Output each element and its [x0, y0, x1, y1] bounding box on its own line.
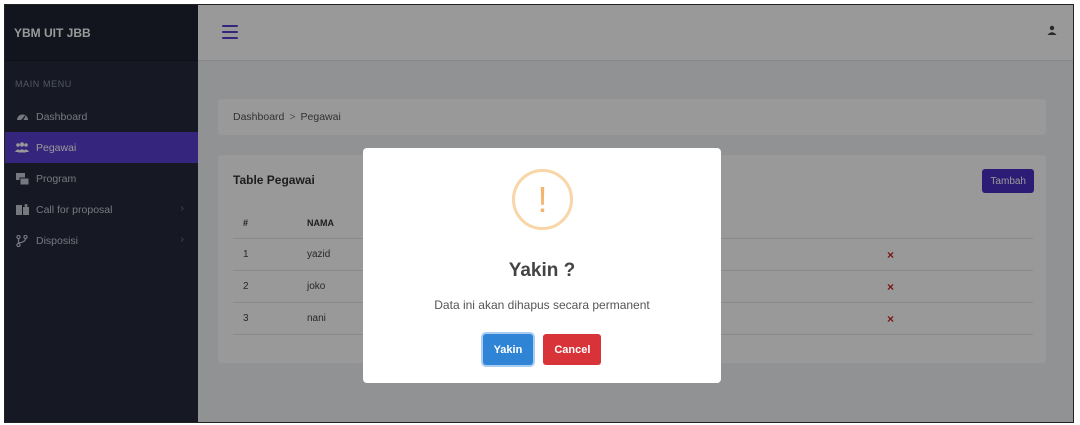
dialog-message: Data ini akan dihapus secara permanent	[434, 298, 650, 312]
warning-icon: !	[512, 169, 573, 230]
app-window: YBM UIT JBB MAIN MENU Dashboard Pegawai …	[4, 4, 1074, 423]
dialog-title: Yakin ?	[508, 260, 576, 281]
confirm-button[interactable]: Yakin	[482, 334, 534, 365]
confirm-dialog: ! Yakin ? Data ini akan dihapus secara p…	[363, 148, 721, 383]
dialog-actions: Yakin Cancel	[363, 334, 721, 365]
cancel-button[interactable]: Cancel	[543, 334, 602, 365]
